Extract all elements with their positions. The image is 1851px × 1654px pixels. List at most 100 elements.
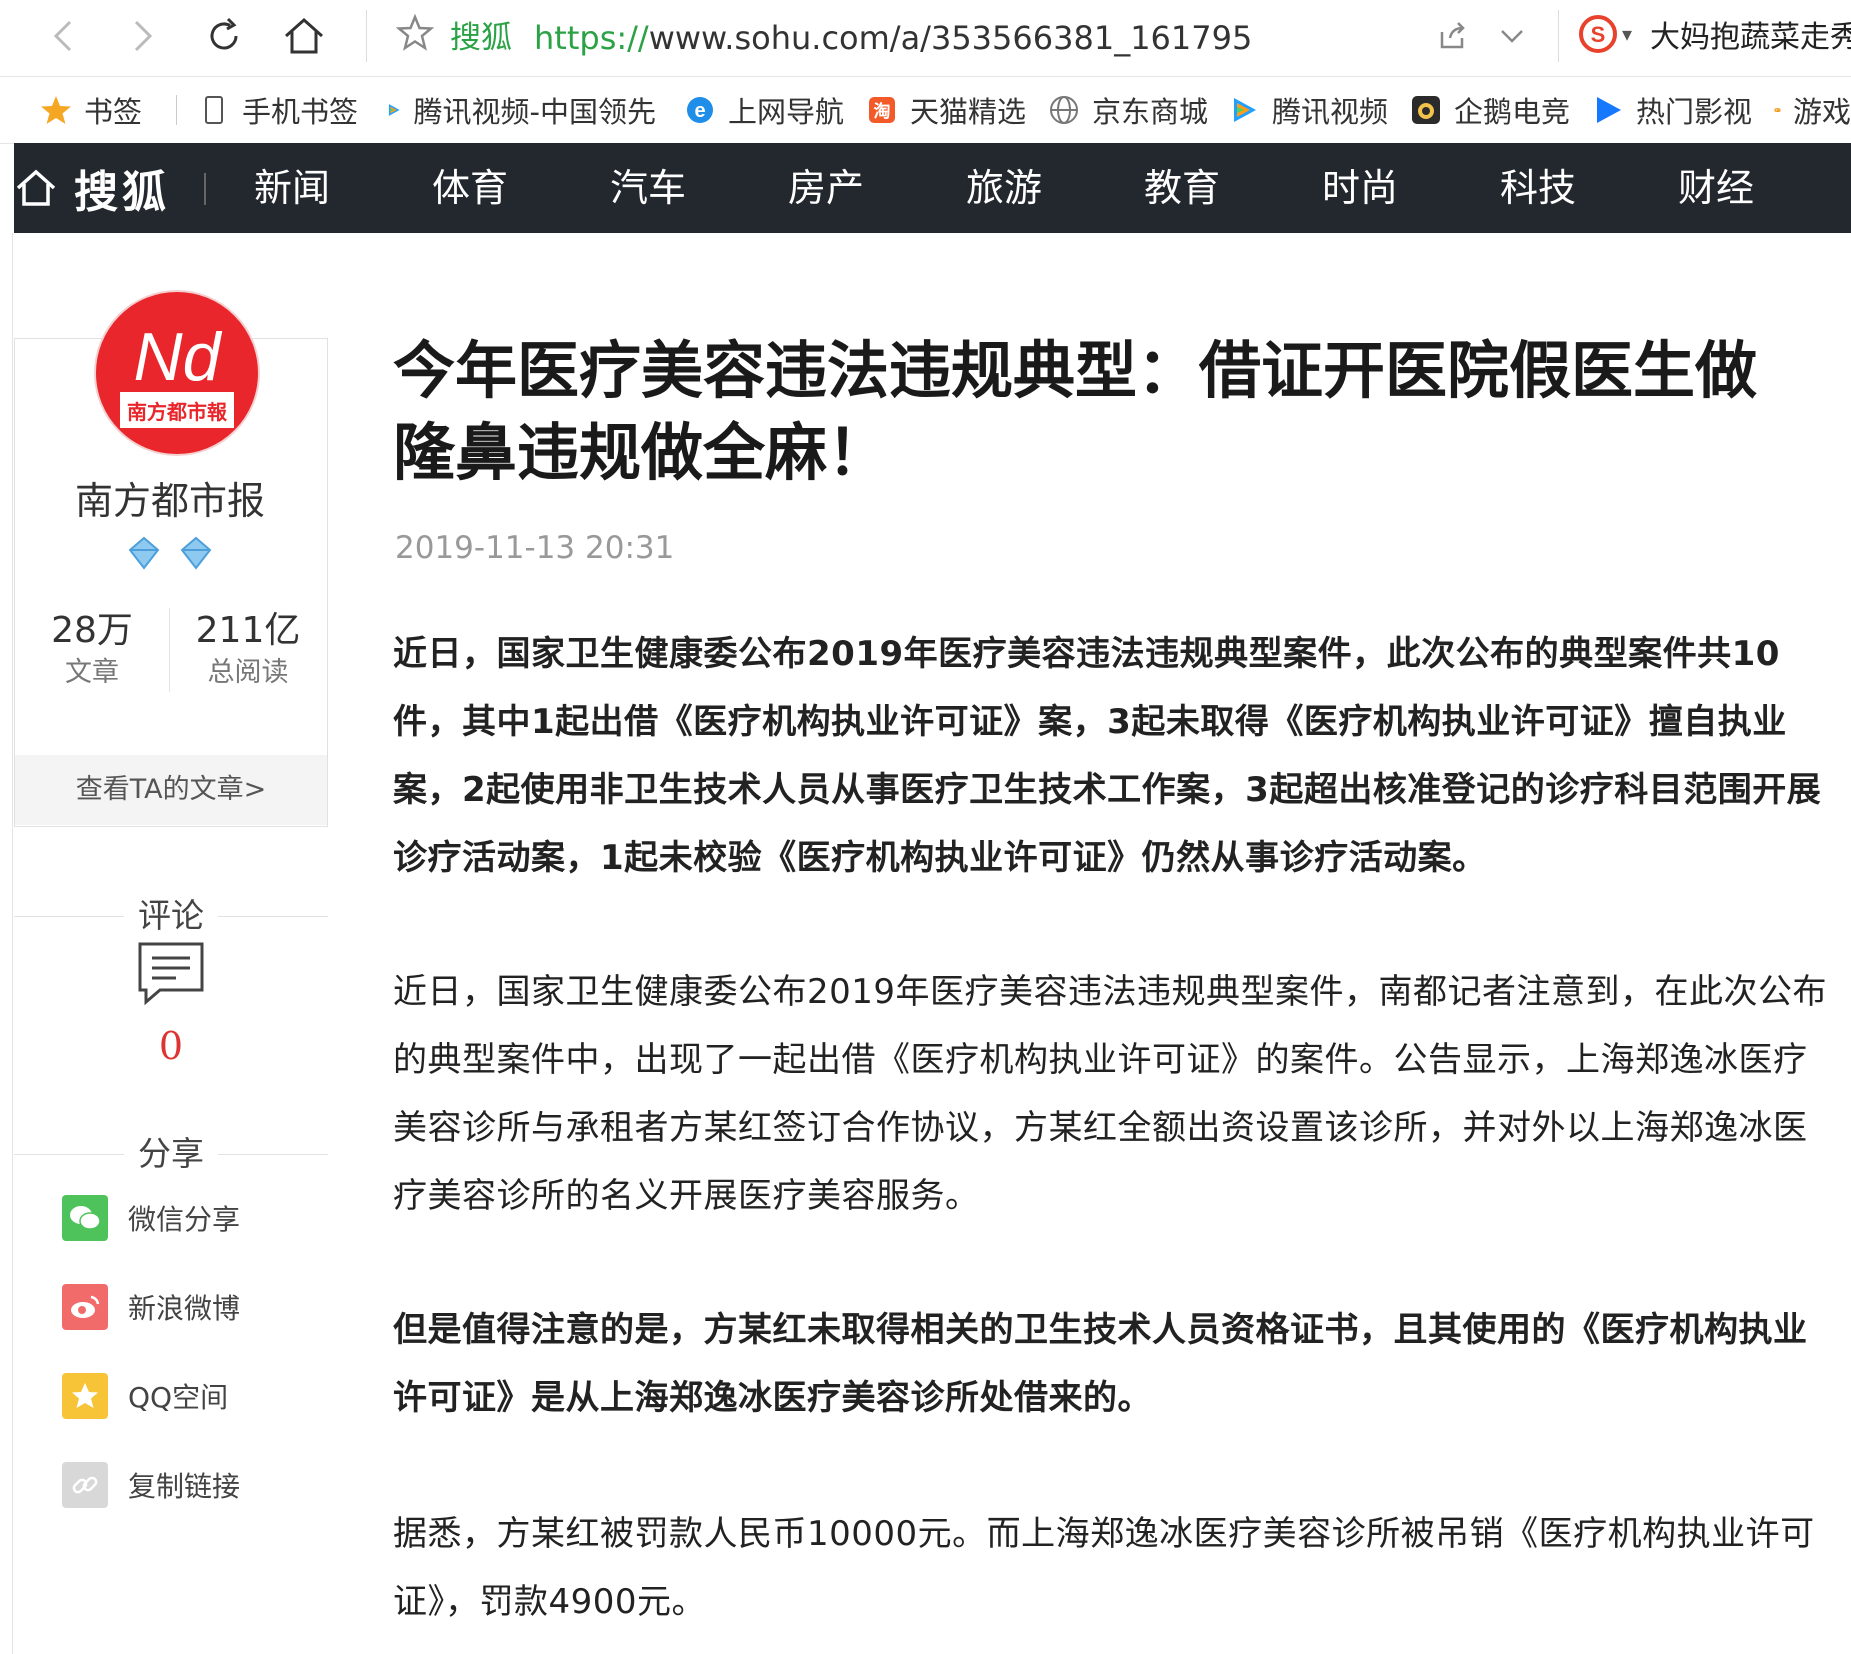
- home-icon: [16, 169, 56, 206]
- diamond-badge-icon: [180, 536, 212, 570]
- nav-link-sports[interactable]: 体育: [432, 143, 508, 233]
- separator: [204, 173, 206, 205]
- bookmark-item[interactable]: 书签: [40, 77, 142, 143]
- bookmark-label: 书签: [84, 95, 143, 129]
- stat-articles-value: 28万: [51, 610, 133, 651]
- comment-button[interactable]: [136, 940, 206, 1006]
- nav-link-news[interactable]: 新闻: [254, 143, 330, 233]
- share-section-header: 分享: [14, 1134, 328, 1174]
- url-field[interactable]: https://www.sohu.com/a/353566381_161795: [534, 18, 1252, 58]
- sogou-icon: S: [1579, 15, 1617, 53]
- nav-link-education[interactable]: 教育: [1144, 143, 1220, 233]
- stat-reads-value: 211亿: [195, 610, 301, 651]
- sohu-logo[interactable]: 搜狐: [14, 143, 170, 233]
- article-paragraph: 近日，国家卫生健康委公布2019年医疗美容违法违规典型案件，此次公布的典型案件共…: [393, 634, 1822, 878]
- article-paragraph: 近日，国家卫生健康委公布2019年医疗美容违法违规典型案件，南都记者注意到，在此…: [393, 972, 1828, 1216]
- separator: [169, 608, 170, 692]
- stat-articles: 28万 文章: [14, 608, 170, 692]
- bookmark-label: 腾讯视频-中国领先: [413, 95, 656, 129]
- url-path: www.sohu.com/a/353566381_161795: [648, 19, 1253, 57]
- bookmark-label: 手机书签: [242, 95, 359, 129]
- forward-button[interactable]: [120, 14, 164, 58]
- site-name-label: 搜狐: [450, 20, 512, 56]
- bookmark-item[interactable]: e 上网导航: [684, 77, 844, 143]
- bookmark-item[interactable]: 热门影视: [1592, 77, 1752, 143]
- author-logo-mark: Nd: [134, 319, 223, 395]
- site-nav-bar: 搜狐 新闻 体育 汽车 房产 旅游 教育 时尚 科技 财经: [14, 143, 1851, 233]
- bookmark-item[interactable]: 京东商城: [1048, 77, 1208, 143]
- reload-button[interactable]: [202, 14, 246, 58]
- nav-link-finance[interactable]: 财经: [1678, 143, 1754, 233]
- nav-link-fashion[interactable]: 时尚: [1322, 143, 1398, 233]
- back-button[interactable]: [42, 14, 86, 58]
- nav-link-tech[interactable]: 科技: [1500, 143, 1576, 233]
- stat-articles-label: 文章: [65, 657, 119, 688]
- share-label: 新浪微博: [128, 1292, 241, 1325]
- stat-reads: 211亿 总阅读: [170, 608, 326, 692]
- diamond-badge-icon: [128, 536, 160, 570]
- share-wechat-button[interactable]: 微信分享: [62, 1194, 240, 1242]
- author-logo-text: 南方都市報: [127, 400, 228, 424]
- url-dropdown-button[interactable]: [1496, 20, 1528, 52]
- bookmark-item[interactable]: 腾讯视频: [1228, 77, 1388, 143]
- author-avatar[interactable]: Nd 南方都市報: [94, 290, 260, 456]
- comment-count[interactable]: 0: [14, 1024, 328, 1068]
- share-label: QQ空间: [128, 1381, 229, 1414]
- url-protocol: https://: [534, 19, 649, 57]
- separator: [1558, 10, 1559, 62]
- share-qzone-button[interactable]: QQ空间: [62, 1372, 228, 1420]
- share-weibo-button[interactable]: 新浪微博: [62, 1283, 240, 1331]
- comment-icon: [138, 942, 204, 1006]
- weibo-icon: [62, 1284, 108, 1330]
- bookmark-item[interactable]: 手机书签: [198, 77, 358, 143]
- share-label: 微信分享: [128, 1203, 241, 1236]
- bookmarks-bar: 书签 手机书签 腾讯视频-中国领先 e 上网导航 淘 天猫精选 京东商城 腾讯视…: [0, 77, 1851, 144]
- nav-link-auto[interactable]: 汽车: [610, 143, 686, 233]
- view-author-articles-link[interactable]: 查看TA的文章>: [15, 755, 327, 825]
- tencent-video-icon: [1234, 98, 1256, 122]
- bookmark-star-button[interactable]: [395, 13, 435, 63]
- bookmark-label: 游戏: [1792, 95, 1851, 129]
- separator: [176, 95, 177, 125]
- bookmark-label: 天猫精选: [910, 95, 1027, 129]
- separator: [218, 1154, 328, 1155]
- stat-reads-label: 总阅读: [207, 657, 289, 688]
- bookmark-item[interactable]: 游戏: [1774, 77, 1851, 143]
- bookmark-item[interactable]: 淘 天猫精选: [866, 77, 1026, 143]
- article-paragraph: 但是值得注意的是，方某红未取得相关的卫生技术人员资格证书，且其使用的《医疗机构执…: [393, 1310, 1808, 1418]
- nandu-logo-icon: Nd 南方都市報: [120, 319, 234, 428]
- bookmark-label: 热门影视: [1636, 95, 1753, 129]
- bookmark-label: 京东商城: [1092, 95, 1209, 129]
- author-name[interactable]: 南方都市报: [14, 470, 326, 525]
- tencent-video-icon: [388, 104, 400, 116]
- home-icon: [285, 17, 323, 54]
- share-button[interactable]: [1436, 20, 1468, 52]
- qzone-icon: [62, 1373, 108, 1419]
- gamepad-icon: [1774, 108, 1781, 112]
- bookmark-label: 腾讯视频: [1272, 95, 1389, 129]
- nav-link-travel[interactable]: 旅游: [966, 143, 1042, 233]
- chevron-left-icon: [53, 20, 72, 52]
- play-icon: [1597, 97, 1621, 123]
- separator: [218, 916, 328, 917]
- nav-link-house[interactable]: 房产: [788, 143, 864, 233]
- svg-text:S: S: [1591, 22, 1606, 47]
- share-label: 复制链接: [128, 1470, 241, 1503]
- comments-section-header: 评论: [14, 896, 328, 936]
- svg-text:淘: 淘: [874, 101, 891, 122]
- phone-icon: [205, 96, 223, 124]
- article-title: 今年医疗美容违法违规典型：借证开医院假医生做隆鼻违规做全麻！: [393, 334, 1758, 489]
- chevron-right-icon: [134, 20, 153, 52]
- home-button[interactable]: [282, 14, 326, 58]
- bookmark-item[interactable]: 企鹅电竞: [1410, 77, 1570, 143]
- bookmark-label: 企鹅电竞: [1454, 95, 1571, 129]
- bookmark-label: 上网导航: [728, 95, 845, 129]
- share-copy-link-button[interactable]: 复制链接: [62, 1461, 240, 1509]
- penguin-icon: [1412, 96, 1440, 124]
- search-input[interactable]: 大妈抱蔬菜走秀: [1650, 18, 1851, 58]
- share-icon: [1440, 22, 1465, 49]
- bookmark-item[interactable]: 腾讯视频-中国领先: [386, 77, 656, 143]
- search-engine-button[interactable]: S: [1578, 14, 1618, 54]
- wechat-icon: [62, 1195, 108, 1241]
- search-engine-caret-icon[interactable]: ▾: [1622, 22, 1632, 46]
